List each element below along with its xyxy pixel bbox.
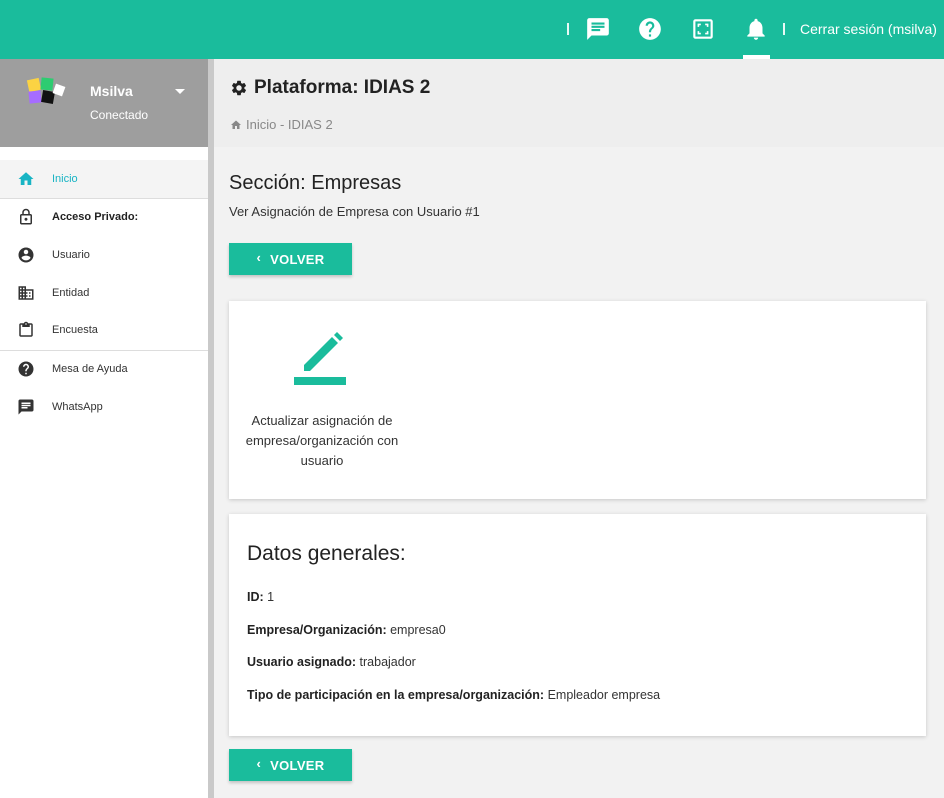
page-title: Plataforma: IDIAS 2 — [230, 77, 430, 99]
back-button-bottom[interactable]: ‹ VOLVER — [229, 749, 352, 781]
sidebar-item-label: Usuario — [52, 249, 90, 261]
sidebar-item-label: Entidad — [52, 287, 90, 299]
top-bar: Cerrar sesión (msilva) — [0, 0, 944, 59]
sidebar-item-label: Encuesta — [52, 324, 98, 336]
help-icon — [16, 359, 36, 379]
actions-card: Actualizar asignación de empresa/organiz… — [229, 301, 926, 499]
field-value: 1 — [267, 590, 275, 604]
field-empresa: Empresa/Organización: empresa0 — [247, 623, 446, 637]
home-icon — [16, 169, 36, 189]
field-value: Empleador empresa — [547, 688, 661, 702]
sidebar-item-inicio[interactable]: Inicio — [0, 160, 208, 198]
sidebar-header-acceso-privado: Acceso Privado: — [0, 198, 208, 236]
help-icon[interactable] — [636, 15, 664, 43]
user-menu-caret-icon[interactable] — [175, 89, 185, 94]
field-label: Usuario asignado: — [247, 655, 357, 669]
field-label: Empresa/Organización: — [247, 623, 387, 637]
app-logo-icon — [26, 77, 66, 104]
separator — [783, 23, 785, 35]
sidebar-item-whatsapp[interactable]: WhatsApp — [0, 388, 208, 426]
fullscreen-icon[interactable] — [689, 15, 717, 43]
edit-icon — [294, 331, 350, 387]
update-assignment-label: Actualizar asignación de empresa/organiz… — [245, 413, 399, 468]
chevron-left-icon: ‹ — [256, 755, 262, 771]
back-button-label: VOLVER — [270, 251, 325, 267]
section-subtitle: Ver Asignación de Empresa con Usuario #1 — [229, 204, 480, 219]
field-value: empresa0 — [390, 623, 446, 637]
user-name: Msilva — [90, 83, 133, 99]
sidebar-item-label: Acceso Privado: — [52, 211, 139, 223]
sidebar-item-usuario[interactable]: Usuario — [0, 236, 208, 274]
separator — [567, 23, 569, 35]
bell-icon[interactable] — [742, 15, 770, 43]
chevron-left-icon: ‹ — [256, 249, 262, 265]
field-label: Tipo de participación en la empresa/orga… — [247, 688, 545, 702]
home-icon — [231, 120, 241, 129]
field-value: trabajador — [359, 655, 416, 669]
sidebar-item-mesa-de-ayuda[interactable]: Mesa de Ayuda — [0, 350, 208, 388]
user-status: Conectado — [90, 108, 149, 122]
lock-icon — [16, 207, 36, 227]
gear-icon — [231, 80, 247, 96]
page-title-text: Plataforma: IDIAS 2 — [254, 77, 431, 98]
details-card: Datos generales: ID: 1 Empresa/Organizac… — [229, 514, 926, 736]
field-tipo-participacion: Tipo de participación en la empresa/orga… — [247, 688, 660, 702]
sidebar-item-label: WhatsApp — [52, 401, 103, 413]
update-assignment-action[interactable]: Actualizar asignación de empresa/organiz… — [241, 325, 403, 475]
sidebar-item-encuesta[interactable]: Encuesta — [0, 311, 208, 349]
section-title: Sección: Empresas — [229, 172, 402, 194]
clipboard-icon — [16, 320, 36, 340]
sidebar-item-label: Mesa de Ayuda — [52, 363, 128, 375]
user-circle-icon — [16, 245, 36, 265]
back-button-label: VOLVER — [270, 757, 325, 773]
chat-icon[interactable] — [584, 15, 612, 43]
sidebar-item-entidad[interactable]: Entidad — [0, 274, 208, 312]
message-icon — [16, 397, 36, 417]
field-label: ID: — [247, 590, 264, 604]
field-usuario: Usuario asignado: trabajador — [247, 655, 416, 669]
breadcrumb[interactable]: Inicio - IDIAS 2 — [230, 117, 333, 132]
main-content: Plataforma: IDIAS 2 Inicio - IDIAS 2 Sec… — [214, 59, 944, 798]
page-header: Plataforma: IDIAS 2 Inicio - IDIAS 2 — [214, 59, 944, 147]
sidebar: Msilva Conectado Inicio Acceso Privado: … — [0, 59, 214, 798]
details-title: Datos generales: — [247, 542, 406, 565]
logout-link[interactable]: Cerrar sesión (msilva) — [800, 21, 937, 37]
user-panel: Msilva Conectado — [0, 59, 208, 147]
field-id: ID: 1 — [247, 590, 274, 604]
sidebar-item-label: Inicio — [52, 173, 78, 185]
back-button[interactable]: ‹ VOLVER — [229, 243, 352, 275]
breadcrumb-text[interactable]: Inicio - IDIAS 2 — [246, 117, 333, 132]
building-icon — [16, 283, 36, 303]
